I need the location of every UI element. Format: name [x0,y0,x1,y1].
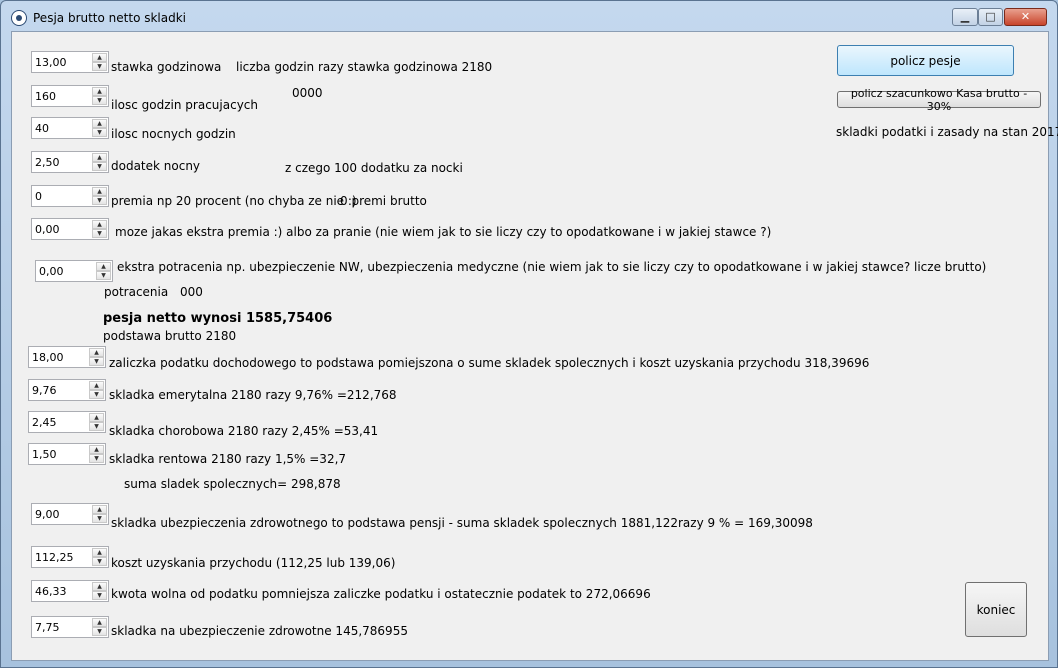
stawka-up-button[interactable]: ▲ [92,53,107,62]
emerytalna-spinner[interactable]: ▲▼ [28,379,106,401]
rentowa-down-button[interactable]: ▼ [89,454,104,463]
ekstra-premia-spinner[interactable]: ▲▼ [31,218,109,240]
form-client-area: ▲▼ stawka godzinowa liczba godzin razy s… [11,31,1058,661]
stan-label: skladki podatki i zasady na stan 2017 r [836,125,1058,139]
podstawa-label: podstawa brutto 2180 [103,329,237,343]
godziny-label: ilosc godzin pracujacych [111,98,258,112]
stawka-spinner[interactable]: ▲▼ [31,51,109,73]
potracenia-spinner[interactable]: ▲▼ [35,260,113,282]
nocne-input[interactable] [32,118,90,138]
rentowa-up-button[interactable]: ▲ [89,445,104,454]
premia-up-button[interactable]: ▲ [92,187,107,196]
koszt-up-button[interactable]: ▲ [92,548,107,557]
kwota-wolna-input[interactable] [32,581,90,601]
app-window: Pesja brutto netto skladki ▁ □ ✕ ▲▼ staw… [0,0,1058,668]
suma-label: suma sladek spolecznych= 298,878 [124,477,341,491]
kwota-wolna-label: kwota wolna od podatku pomniejsza zalicz… [111,587,651,601]
godziny-input[interactable] [32,86,90,106]
emerytalna-up-button[interactable]: ▲ [89,381,104,390]
nocne-label: ilosc nocnych godzin [111,127,236,141]
premia-label: premia np 20 procent (no chyba ze nie :) [111,194,357,208]
zdrowotne-input[interactable] [32,504,90,524]
chorobowa-input[interactable] [29,412,87,432]
koszt-label: koszt uzyskania przychodu (112,25 lub 13… [111,556,396,570]
zdrowotne2-label: skladka na ubezpieczenie zdrowotne 145,7… [111,624,408,638]
stawka-input[interactable] [32,52,90,72]
ekstra-premia-label: moze jakas ekstra premia :) albo za pran… [115,225,772,239]
z-czego-label: z czego 100 dodatku za nocki [285,161,463,175]
potracenia-label: potracenia [104,285,169,299]
zaliczka-spinner[interactable]: ▲▼ [28,346,106,368]
minimize-button[interactable]: ▁ [952,8,978,26]
zdrowotne-label: skladka ubezpieczenia zdrowotnego to pod… [111,516,813,530]
emerytalna-down-button[interactable]: ▼ [89,390,104,399]
nocne-up-button[interactable]: ▲ [92,119,107,128]
nocne-spinner[interactable]: ▲▼ [31,117,109,139]
title-bar[interactable]: Pesja brutto netto skladki ▁ □ ✕ [1,1,1057,31]
potracenia-up-button[interactable]: ▲ [96,262,111,271]
stawka-down-button[interactable]: ▼ [92,62,107,71]
rentowa-spinner[interactable]: ▲▼ [28,443,106,465]
window-title: Pesja brutto netto skladki [33,11,187,25]
premia-down-button[interactable]: ▼ [92,196,107,205]
dodatek-input[interactable] [32,152,90,172]
liczba-godzin-label: liczba godzin razy stawka godzinowa 2180 [236,60,493,74]
dodatek-up-button[interactable]: ▲ [92,153,107,162]
chorobowa-down-button[interactable]: ▼ [89,422,104,431]
kwota-wolna-down-button[interactable]: ▼ [92,591,107,600]
zaliczka-up-button[interactable]: ▲ [89,348,104,357]
potracenia-desc-label: ekstra potracenia np. ubezpieczenie NW, … [117,260,987,274]
dodatek-down-button[interactable]: ▼ [92,162,107,171]
zdrowotne2-input[interactable] [32,617,90,637]
stawka-label: stawka godzinowa [111,60,222,74]
rentowa-label: skladka rentowa 2180 razy 1,5% =32,7 [109,452,347,466]
koszt-down-button[interactable]: ▼ [92,557,107,566]
emerytalna-label: skladka emerytalna 2180 razy 9,76% =212,… [109,388,397,402]
nocne-down-button[interactable]: ▼ [92,128,107,137]
dodatek-label: dodatek nocny [111,159,201,173]
policz-pesje-button[interactable]: policz pesje [837,45,1014,76]
kwota-wolna-spinner[interactable]: ▲▼ [31,580,109,602]
zaliczka-input[interactable] [29,347,87,367]
zdrowotne2-spinner[interactable]: ▲▼ [31,616,109,638]
koszt-input[interactable] [32,547,90,567]
godziny-down-button[interactable]: ▼ [92,96,107,105]
godziny-up-button[interactable]: ▲ [92,87,107,96]
ekstra-premia-input[interactable] [32,219,90,239]
chorobowa-label: skladka chorobowa 2180 razy 2,45% =53,41 [109,424,379,438]
policz-szacunkowo-button[interactable]: policz szacunkowo Kasa brutto - 30% [837,87,1041,113]
app-icon [11,10,27,26]
potracenia-input[interactable] [36,261,94,281]
zdrowotne-up-button[interactable]: ▲ [92,505,107,514]
koszt-spinner[interactable]: ▲▼ [31,546,109,568]
premia-spinner[interactable]: ▲▼ [31,185,109,207]
kwota-wolna-up-button[interactable]: ▲ [92,582,107,591]
zdrowotne-down-button[interactable]: ▼ [92,514,107,523]
rentowa-input[interactable] [29,444,87,464]
potracenia-value: 000 [180,285,203,299]
chorobowa-spinner[interactable]: ▲▼ [28,411,106,433]
chorobowa-up-button[interactable]: ▲ [89,413,104,422]
godziny-spinner[interactable]: ▲▼ [31,85,109,107]
ekstra-premia-down-button[interactable]: ▼ [92,229,107,238]
zdrowotne2-down-button[interactable]: ▼ [92,627,107,636]
potracenia-down-button[interactable]: ▼ [96,271,111,280]
zero-four-label: 0000 [292,86,323,100]
pesja-netto-result: pesja netto wynosi 1585,75406 [103,311,333,326]
premia-input[interactable] [32,186,90,206]
zdrowotne2-up-button[interactable]: ▲ [92,618,107,627]
emerytalna-input[interactable] [29,380,87,400]
zdrowotne-spinner[interactable]: ▲▼ [31,503,109,525]
zaliczka-label: zaliczka podatku dochodowego to podstawa… [109,356,870,370]
premia-brutto-label: 0 premi brutto [340,194,427,208]
zaliczka-down-button[interactable]: ▼ [89,357,104,366]
close-button[interactable]: ✕ [1004,8,1047,26]
ekstra-premia-up-button[interactable]: ▲ [92,220,107,229]
dodatek-spinner[interactable]: ▲▼ [31,151,109,173]
maximize-button[interactable]: □ [978,8,1003,26]
koniec-button[interactable]: koniec [965,582,1027,637]
